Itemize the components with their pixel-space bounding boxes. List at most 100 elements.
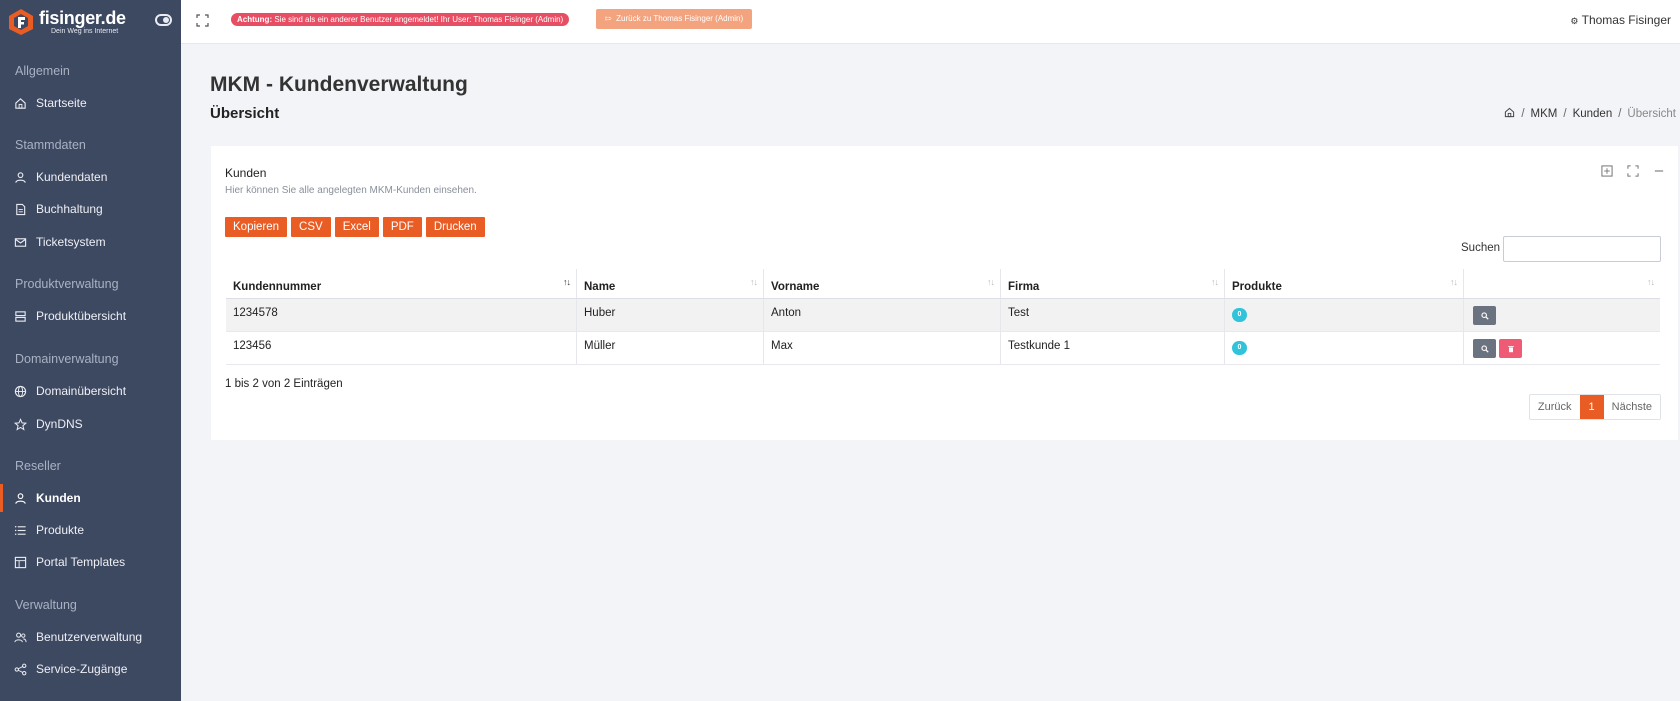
sidebar-item-service-zugaenge[interactable]: Service-Zugänge — [0, 655, 181, 683]
user-menu[interactable]: ⚙ Thomas Fisinger — [1570, 13, 1671, 27]
warning-strong: Achtung: — [237, 15, 273, 24]
sidebar-item-domainuebersicht[interactable]: Domainübersicht — [0, 377, 181, 405]
cell-vorname: Max — [764, 332, 1001, 364]
page-subtitle: Übersicht — [210, 105, 280, 122]
globe-icon — [14, 385, 27, 398]
sidebar-item-kunden[interactable]: Kunden — [0, 484, 181, 512]
pagination: Zurück 1 Nächste — [1528, 394, 1661, 420]
maximize-icon[interactable] — [1626, 164, 1640, 178]
breadcrumb-separator: / — [1563, 108, 1567, 120]
list-icon — [14, 524, 27, 537]
column-produkte[interactable]: Produkte ↑↓ — [1225, 269, 1464, 298]
mail-icon — [14, 236, 27, 249]
add-icon[interactable] — [1600, 164, 1614, 178]
sidebar-item-label: Kundendaten — [36, 170, 108, 184]
card-title: Kunden — [225, 166, 267, 180]
sidebar-item-label: Ticketsystem — [36, 235, 106, 249]
product-count-badge: 0 — [1232, 308, 1247, 322]
sidebar-item-label: Buchhaltung — [36, 202, 103, 216]
column-label: Firma — [1008, 281, 1040, 293]
sidebar-item-ticketsystem[interactable]: Ticketsystem — [0, 228, 181, 256]
cell-kundennummer: 1234578 — [226, 299, 577, 331]
column-kundennummer[interactable]: Kundennummer ↑↓ — [226, 269, 577, 298]
column-firma[interactable]: Firma ↑↓ — [1001, 269, 1225, 298]
cell-produkte: 0 — [1225, 332, 1464, 364]
export-buttons: Kopieren CSV Excel PDF Drucken — [225, 217, 485, 237]
sidebar-item-label: Portal Templates — [36, 555, 126, 569]
sidebar-item-label: Domainübersicht — [36, 384, 127, 398]
sort-icon: ↑↓ — [750, 277, 758, 287]
user-icon — [14, 171, 27, 184]
pagination-page[interactable]: 1 — [1579, 395, 1604, 419]
column-label: Vorname — [771, 281, 820, 293]
sidebar-item-label: Produkte — [36, 523, 85, 537]
product-count-badge: 0 — [1232, 341, 1247, 355]
cell-vorname: Anton — [764, 299, 1001, 331]
sidebar: fisinger.de Dein Weg ins Internet Allgem… — [0, 0, 181, 701]
home-icon — [14, 97, 27, 110]
search-input[interactable] — [1503, 236, 1661, 262]
sidebar-item-produktuebersicht[interactable]: Produktübersicht — [0, 302, 181, 330]
print-button[interactable]: Drucken — [425, 217, 485, 237]
column-label: Name — [584, 281, 616, 293]
sort-icon: ↑↓ — [1450, 277, 1458, 287]
cell-name: Müller — [577, 332, 764, 364]
sidebar-item-label: Produktübersicht — [36, 309, 127, 323]
user-icon — [14, 492, 27, 505]
impersonation-warning-badge: Achtung: Sie sind als ein anderer Benutz… — [231, 13, 570, 26]
sidebar-toggle-icon[interactable] — [155, 14, 172, 26]
breadcrumb-home-icon[interactable] — [1504, 107, 1515, 121]
back-button-label: Zurück zu Thomas Fisinger (Admin) — [616, 14, 744, 23]
card-tools — [1600, 164, 1666, 178]
fullscreen-icon[interactable] — [196, 14, 209, 27]
breadcrumb-kunden[interactable]: Kunden — [1573, 108, 1613, 120]
view-button[interactable] — [1473, 306, 1496, 325]
sidebar-item-benutzerverwaltung[interactable]: Benutzerverwaltung — [0, 623, 181, 651]
topbar: Achtung: Sie sind als ein anderer Benutz… — [181, 0, 1680, 44]
excel-button[interactable]: Excel — [334, 217, 379, 237]
copy-button[interactable]: Kopieren — [225, 217, 288, 237]
sidebar-item-produkte[interactable]: Produkte — [0, 516, 181, 544]
pagination-next[interactable]: Nächste — [1603, 395, 1660, 419]
cell-kundennummer: 123456 — [226, 332, 577, 364]
cell-firma: Test — [1001, 299, 1225, 331]
pagination-prev[interactable]: Zurück — [1529, 395, 1580, 419]
sidebar-item-dyndns[interactable]: DynDNS — [0, 410, 181, 438]
view-button[interactable] — [1473, 339, 1496, 358]
breadcrumb-mkm[interactable]: MKM — [1531, 108, 1558, 120]
sidebar-item-portal-templates[interactable]: Portal Templates — [0, 548, 181, 576]
customers-card: Kunden Hier können Sie alle angelegten M… — [211, 146, 1678, 440]
sidebar-item-startseite[interactable]: Startseite — [0, 89, 181, 117]
breadcrumb-current: Übersicht — [1627, 108, 1676, 120]
search-label: Suchen — [1461, 242, 1501, 254]
sidebar-item-kundendaten[interactable]: Kundendaten — [0, 163, 181, 191]
delete-button[interactable] — [1499, 339, 1522, 358]
breadcrumb-separator: / — [1521, 108, 1525, 120]
sort-icon: ↑↓ — [1647, 277, 1655, 287]
sidebar-item-label: Startseite — [36, 96, 87, 110]
section-stammdaten: Stammdaten — [15, 138, 86, 152]
collapse-icon[interactable] — [1652, 164, 1666, 178]
column-actions[interactable]: ↑↓ — [1464, 269, 1660, 298]
page-title: MKM - Kundenverwaltung — [210, 73, 468, 96]
sidebar-item-label: Kunden — [36, 491, 81, 505]
users-icon — [14, 631, 27, 644]
cell-actions — [1464, 332, 1660, 364]
csv-button[interactable]: CSV — [291, 217, 331, 237]
brand[interactable]: fisinger.de Dein Weg ins Internet — [0, 0, 181, 44]
table-info: 1 bis 2 von 2 Einträgen — [225, 378, 343, 390]
table-row: 1234578 Huber Anton Test 0 — [226, 299, 1660, 332]
layout-icon — [14, 556, 27, 569]
back-to-admin-button[interactable]: ⇰ Zurück zu Thomas Fisinger (Admin) — [596, 9, 753, 29]
user-gear-icon: ⚙ — [1570, 16, 1579, 26]
logout-icon: ⇰ — [605, 14, 612, 23]
breadcrumb: / MKM / Kunden / Übersicht — [1504, 107, 1676, 121]
server-icon — [14, 310, 27, 323]
pdf-button[interactable]: PDF — [382, 217, 422, 237]
trash-icon — [1507, 345, 1514, 352]
brand-tagline: Dein Weg ins Internet — [51, 28, 119, 35]
column-vorname[interactable]: Vorname ↑↓ — [764, 269, 1001, 298]
sidebar-item-buchhaltung[interactable]: Buchhaltung — [0, 195, 181, 223]
column-name[interactable]: Name ↑↓ — [577, 269, 764, 298]
section-verwaltung: Verwaltung — [15, 598, 77, 612]
